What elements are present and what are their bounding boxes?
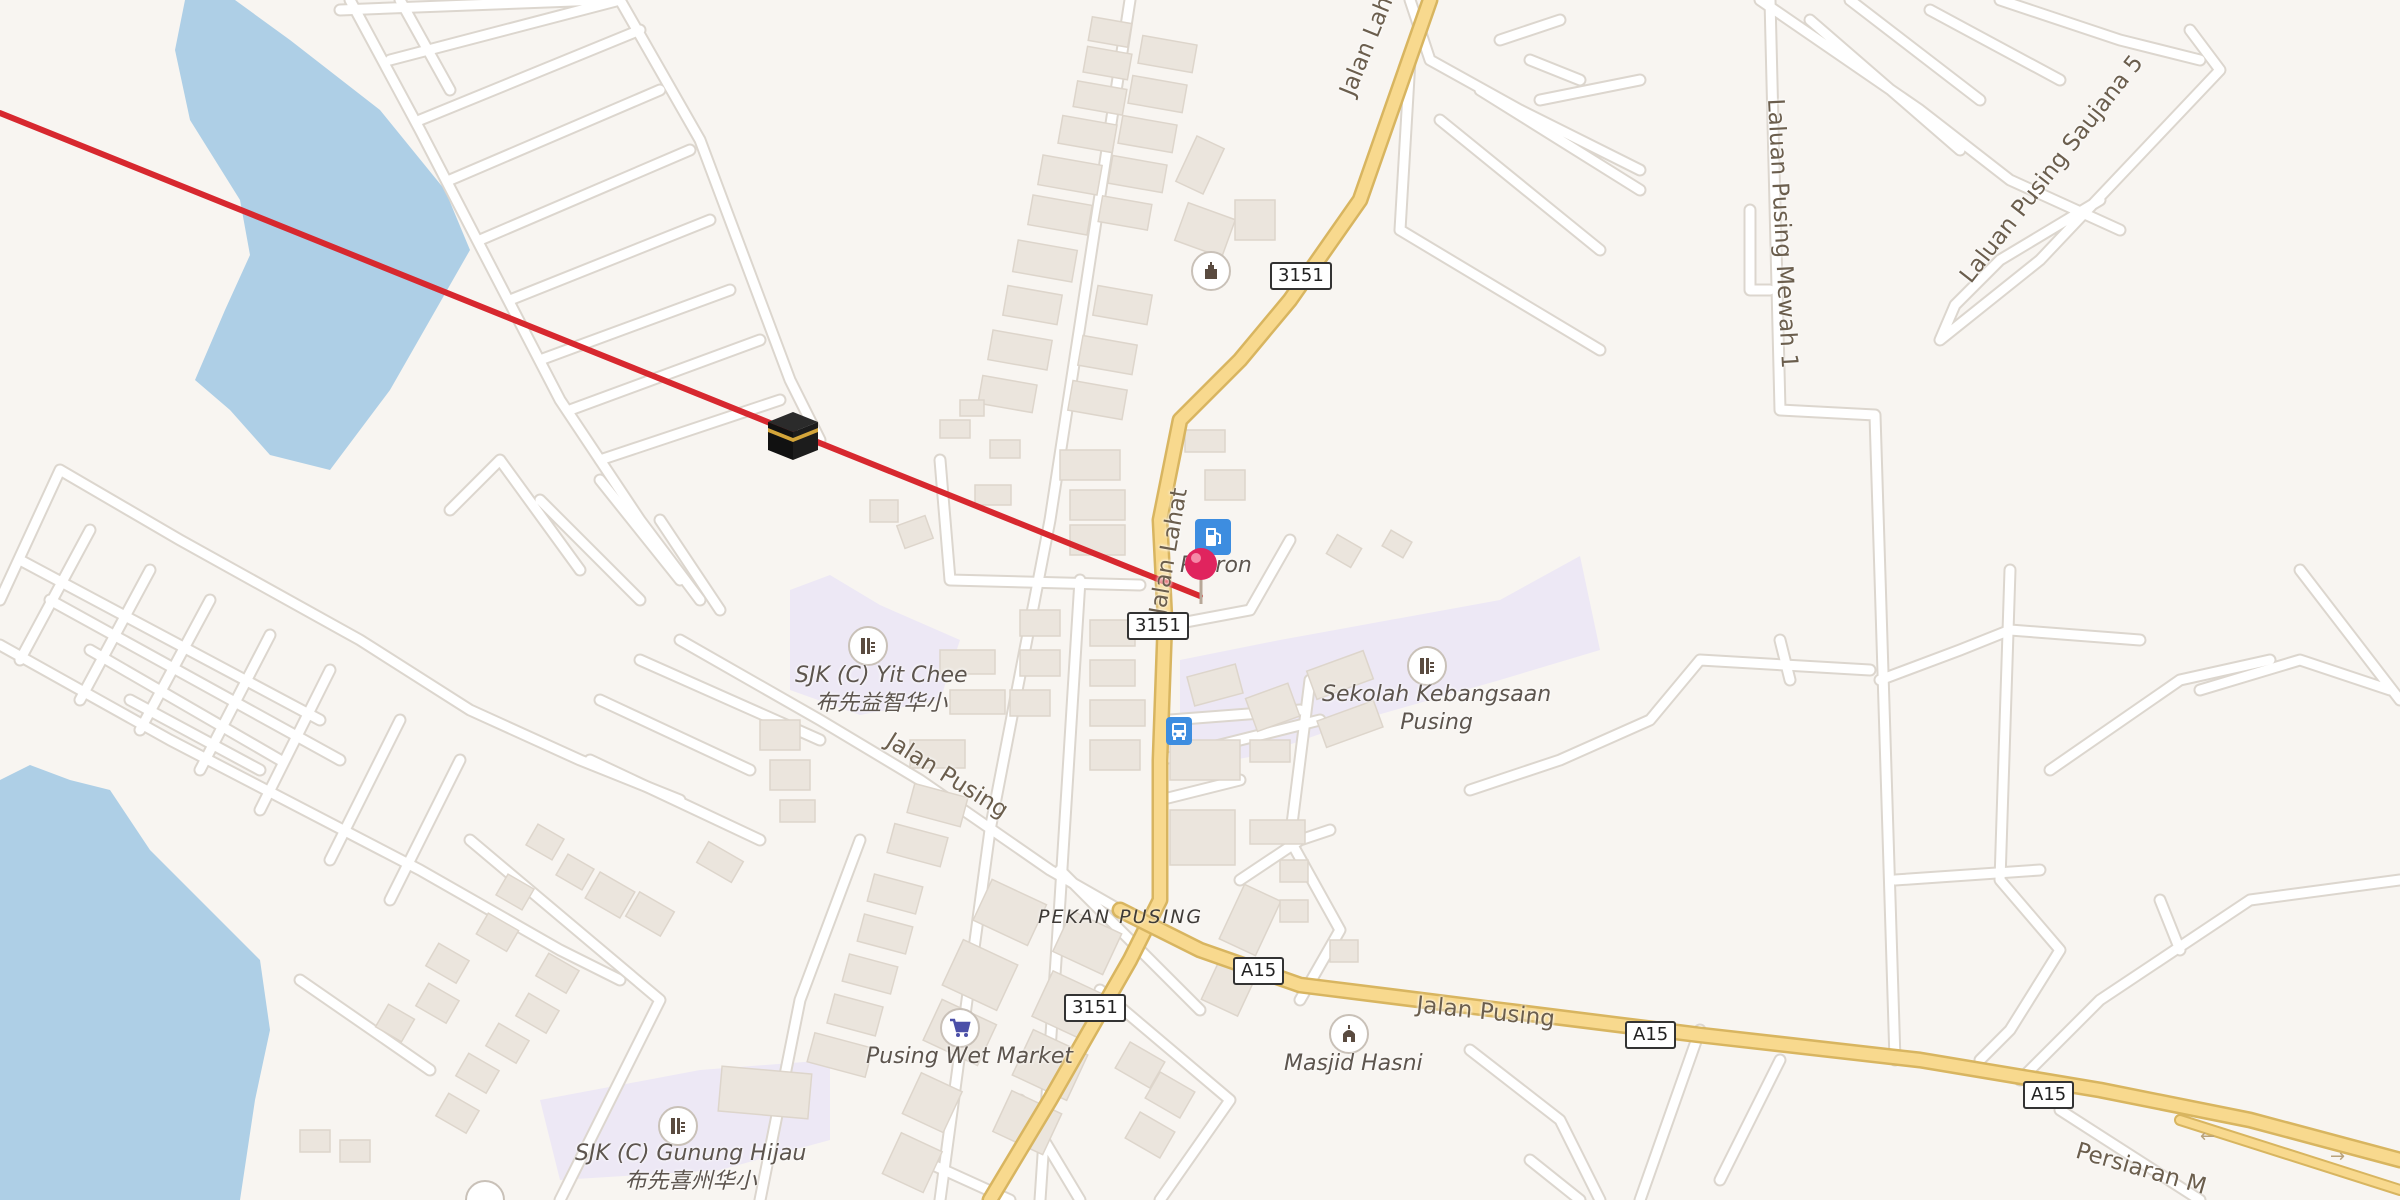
poi-name-sekolah-line2: Pusing: [1400, 710, 1473, 735]
poi-name-gunung-hijau: SJK (C) Gunung Hijau: [575, 1141, 807, 1166]
poi-name-yit-chee: SJK (C) Yit Chee: [795, 663, 968, 688]
poi-label-yit-chee: SJK (C) Yit Chee 布先益智华小: [795, 662, 968, 718]
poi-label-sekolah: Sekolah Kebangsaan Pusing: [1322, 681, 1551, 737]
mosque-icon[interactable]: [1329, 1014, 1369, 1054]
highway-arrow-icon: ←: [2200, 1126, 2216, 1147]
lake-north: [175, 0, 470, 470]
place-label-pekan-pusing: PEKAN PUSING: [1038, 906, 1204, 928]
highway-arrow-icon: →: [2330, 1146, 2346, 1167]
school-icon[interactable]: [1407, 646, 1447, 686]
route-shield-a15: A15: [1625, 1021, 1677, 1049]
poi-name-cn-gunung-hijau: 布先喜州华小: [624, 1169, 757, 1194]
kaaba-icon[interactable]: [764, 408, 822, 462]
poi-label-masjid: Masjid Hasni: [1284, 1051, 1423, 1076]
bus-icon[interactable]: [1166, 717, 1192, 745]
poi-label-gunung-hijau: SJK (C) Gunung Hijau 布先喜州华小: [575, 1140, 806, 1196]
lake-south: [0, 765, 270, 1200]
poi-label-wet-market: Pusing Wet Market: [866, 1044, 1074, 1069]
route-shield-a15: A15: [2023, 1081, 2075, 1109]
route-shield-3151: 3151: [1270, 262, 1332, 290]
shopping-cart-icon[interactable]: [940, 1008, 980, 1048]
poi-name-sekolah-line1: Sekolah Kebangsaan: [1322, 682, 1552, 707]
route-shield-a15: A15: [1233, 957, 1285, 985]
route-shield-3151: 3151: [1127, 612, 1189, 640]
temple-icon[interactable]: [1191, 251, 1231, 291]
route-shield-3151: 3151: [1064, 994, 1126, 1022]
map-canvas[interactable]: Jalan Lahat Jalan Lahat Jalan Pusing Jal…: [0, 0, 2400, 1200]
poi-name-cn-yit-chee: 布先益智华小: [815, 691, 948, 716]
school-icon[interactable]: [848, 626, 888, 666]
location-pin-icon[interactable]: [1183, 546, 1219, 606]
